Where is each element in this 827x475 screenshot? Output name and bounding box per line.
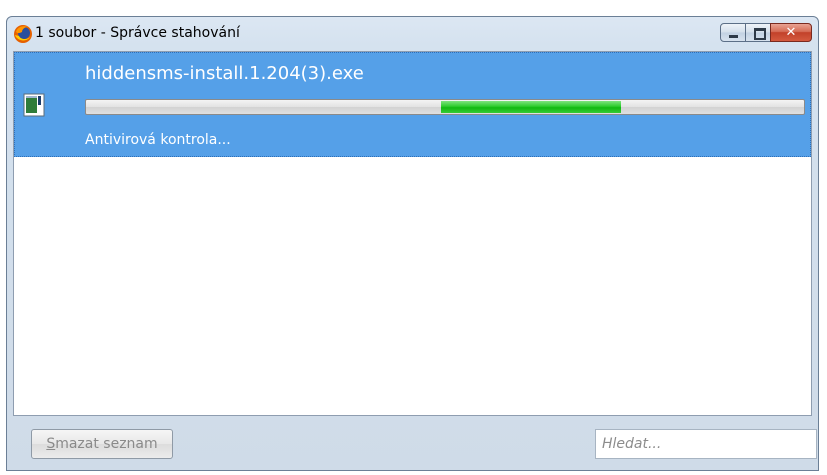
progress-indicator bbox=[441, 101, 621, 113]
close-button[interactable]: ✕ bbox=[770, 23, 812, 42]
download-status: Antivirová kontrola... bbox=[85, 132, 231, 148]
executable-file-icon bbox=[23, 93, 45, 117]
caption-buttons: ✕ bbox=[720, 23, 812, 43]
download-item[interactable]: hiddensms-install.1.204(3).exe Antivirov… bbox=[14, 52, 811, 157]
maximize-icon bbox=[754, 28, 766, 40]
window-title: 1 soubor - Správce stahování bbox=[35, 25, 240, 41]
firefox-icon bbox=[14, 25, 32, 43]
clear-list-button[interactable]: Smazat seznam bbox=[31, 429, 173, 459]
clear-list-label: mazat seznam bbox=[55, 436, 158, 452]
downloads-list[interactable]: hiddensms-install.1.204(3).exe Antivirov… bbox=[13, 51, 812, 416]
close-icon: ✕ bbox=[785, 25, 797, 40]
minimize-button[interactable] bbox=[720, 23, 746, 42]
download-progress-bar bbox=[85, 99, 805, 115]
bottom-toolbar: Smazat seznam bbox=[13, 421, 817, 465]
search-input[interactable] bbox=[595, 429, 817, 459]
title-bar[interactable]: 1 soubor - Správce stahování ✕ bbox=[7, 17, 818, 51]
minimize-icon bbox=[729, 35, 738, 38]
download-manager-window: 1 soubor - Správce stahování ✕ hiddensms… bbox=[6, 16, 819, 471]
download-filename: hiddensms-install.1.204(3).exe bbox=[85, 63, 364, 84]
maximize-button[interactable] bbox=[745, 23, 771, 42]
clear-list-accelerator: S bbox=[46, 436, 56, 452]
